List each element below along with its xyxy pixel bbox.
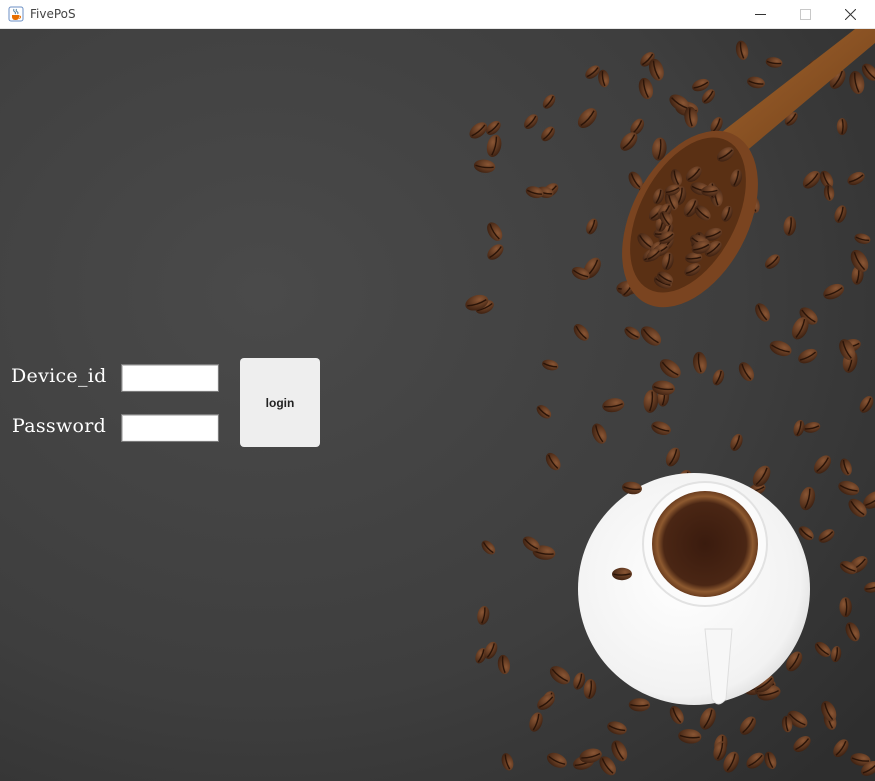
window-title: FivePoS xyxy=(30,7,76,21)
fivepos-window: FivePoS Device_id Password login xyxy=(0,0,875,781)
login-button[interactable]: login xyxy=(240,358,320,447)
device-id-label: Device_id xyxy=(11,365,107,387)
close-button[interactable] xyxy=(828,0,873,29)
java-cup-icon xyxy=(8,6,24,22)
coffee-bean xyxy=(839,597,852,618)
title-bar[interactable]: FivePoS xyxy=(0,0,875,29)
close-icon xyxy=(845,9,856,20)
password-label: Password xyxy=(12,415,107,437)
device-id-input[interactable] xyxy=(121,364,219,392)
minimize-icon xyxy=(755,14,766,15)
login-panel: Device_id Password login xyxy=(0,29,875,781)
password-input[interactable] xyxy=(121,414,219,442)
minimize-button[interactable] xyxy=(738,0,783,29)
maximize-icon xyxy=(800,9,811,20)
maximize-button[interactable] xyxy=(783,0,828,29)
coffee-cup-and-beans-image xyxy=(0,29,875,781)
